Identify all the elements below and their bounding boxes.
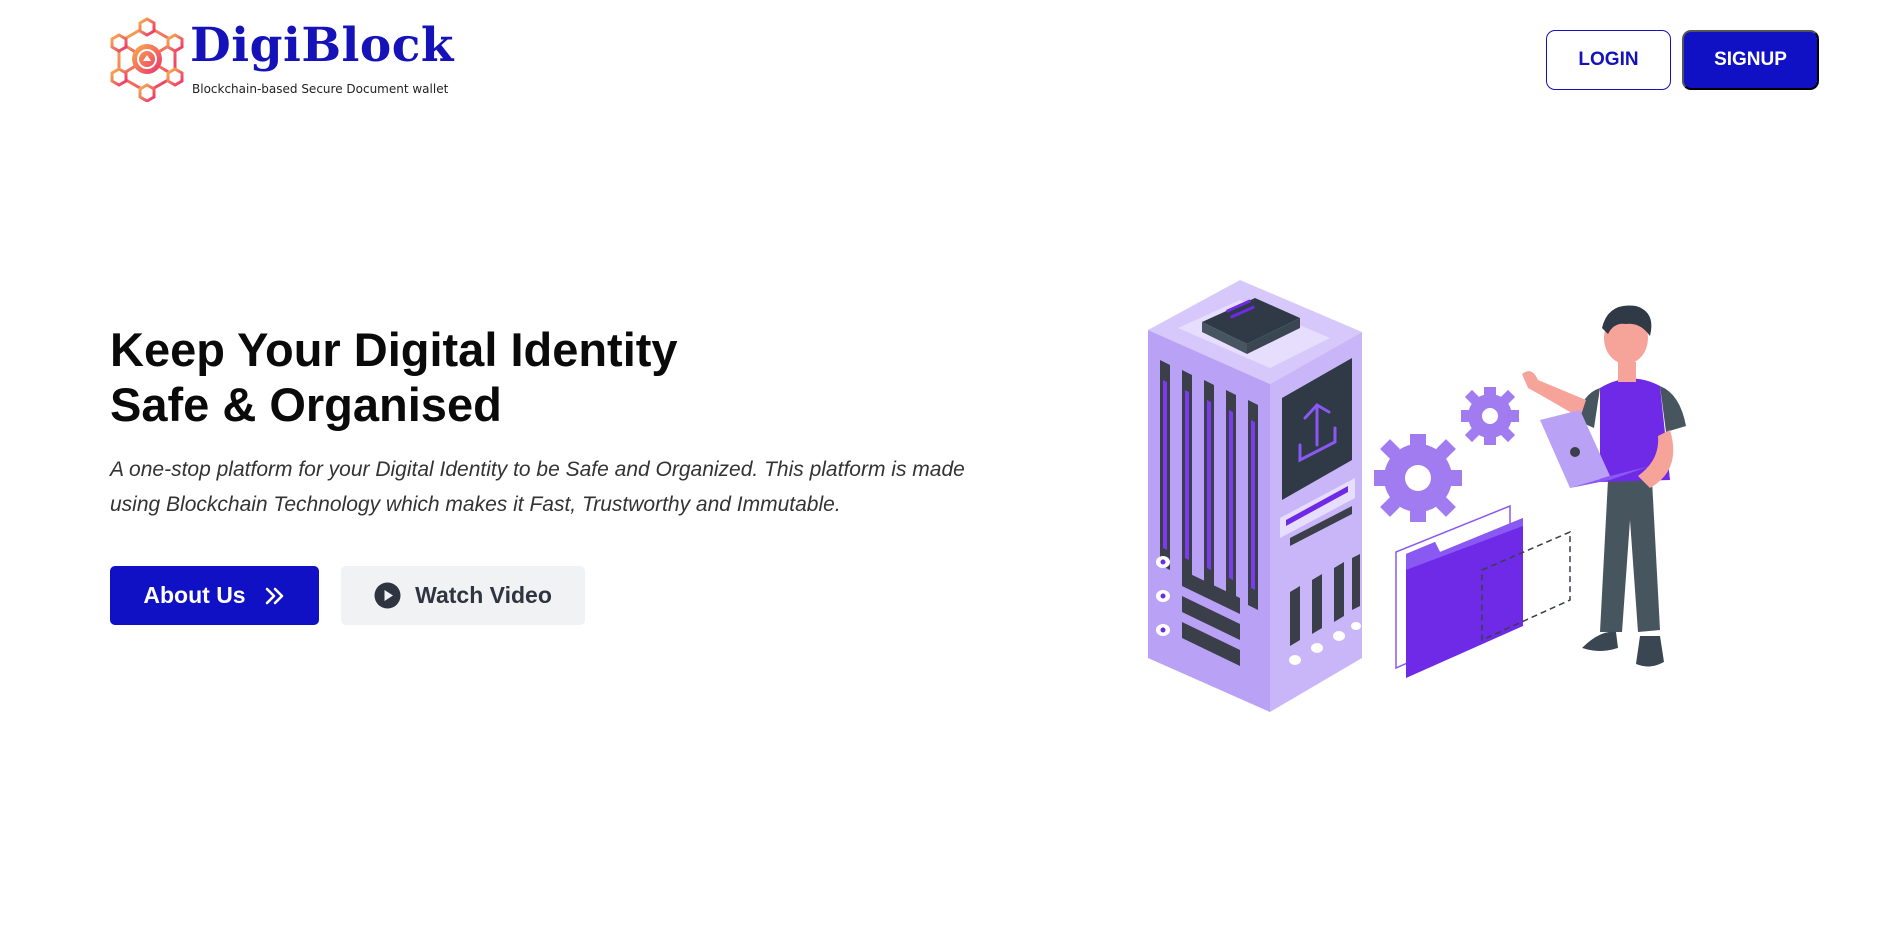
brand-name: DigiBlock [190,18,454,73]
double-chevron-right-icon [265,587,283,604]
about-us-button[interactable]: About Us [110,566,319,625]
server-illustration [1148,280,1686,712]
small-gear-icon [1461,387,1519,445]
play-circle-icon [374,582,401,609]
watch-video-label: Watch Video [415,582,552,608]
watch-video-button[interactable]: Watch Video [341,566,585,625]
signup-button[interactable]: SIGNUP [1682,30,1819,90]
landing-page: DigiBlock Blockchain-based Secure Docume… [0,0,1897,926]
server-tower-icon [1148,280,1362,712]
hexagon-network-logo-icon [110,17,184,102]
login-button[interactable]: LOGIN [1546,30,1671,90]
brand-tagline: Blockchain-based Secure Document wallet [192,82,449,96]
brand-logo[interactable]: DigiBlock Blockchain-based Secure Docume… [104,16,453,102]
hero-title-line-2: Safe & Organised [110,378,502,431]
folder-icon [1395,504,1571,678]
hero-title-line-1: Keep Your Digital Identity [110,323,678,376]
person-illustration [1522,305,1686,671]
hero-description: A one-stop platform for your Digital Ide… [110,458,965,516]
about-us-label: About Us [143,582,246,608]
gear-icon [1374,434,1462,522]
hero-title: Keep Your Digital Identity Safe & Organi… [110,322,870,432]
